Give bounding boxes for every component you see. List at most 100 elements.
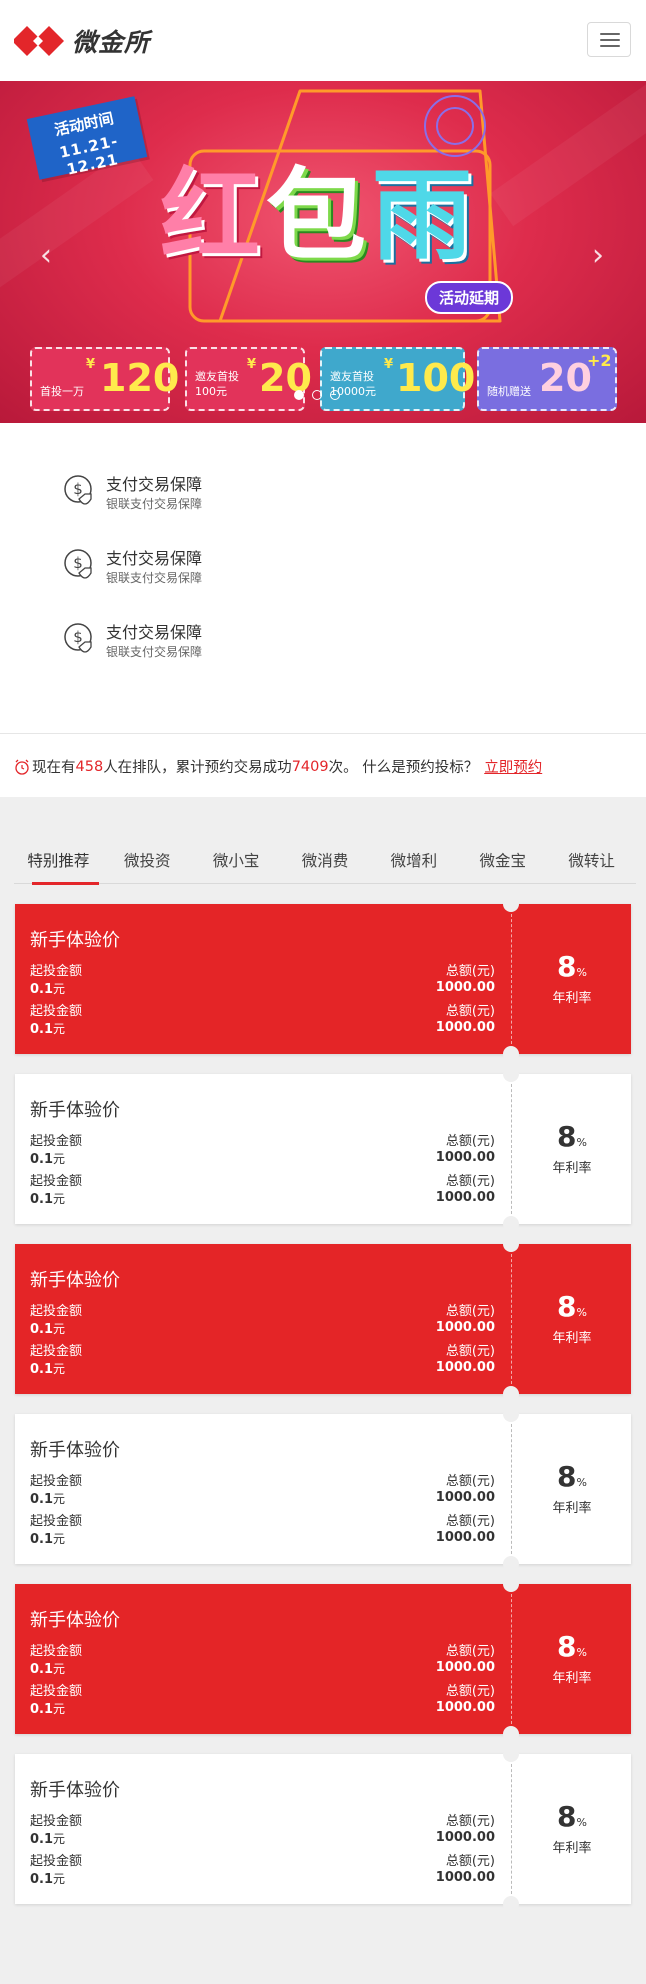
min-invest-amount: 0.1	[30, 1492, 54, 1507]
total-value: 1000.00	[435, 1320, 495, 1335]
total-value: 1000.00	[435, 1360, 495, 1375]
logo-text: 微金所	[72, 28, 151, 57]
guarantee-title: 支付交易保障	[106, 623, 203, 642]
coupon-ticket: 邀友首投 100元 ¥ 20	[185, 347, 312, 411]
rate-label: 年利率	[552, 1501, 592, 1516]
annual-rate: 8% 年利率	[513, 1460, 631, 1516]
annual-rate: 8% 年利率	[513, 1120, 631, 1176]
min-invest-value: 0.1元	[30, 980, 65, 997]
hamburger-line	[600, 45, 620, 47]
secure-payment-icon: $	[64, 475, 92, 505]
annual-rate: 8% 年利率	[513, 1630, 631, 1686]
carousel-dot[interactable]	[330, 390, 340, 400]
product-card[interactable]: 新手体验价 起投金额 0.1元 起投金额 0.1元 总额(元) 1000.00 …	[15, 896, 631, 1062]
rate-number: 8%	[513, 1120, 631, 1153]
min-invest-value: 0.1元	[30, 1490, 65, 1507]
ticket-currency: ¥	[86, 357, 96, 372]
rate-number: 8%	[513, 1800, 631, 1833]
reserve-now-link[interactable]: 立即预约	[484, 756, 542, 777]
rate-number: 8%	[513, 1630, 631, 1663]
min-invest-unit: 元	[53, 1532, 66, 1546]
product-card[interactable]: 新手体验价 起投金额 0.1元 起投金额 0.1元 总额(元) 1000.00 …	[15, 1406, 631, 1572]
rate-number: 8%	[513, 1290, 631, 1323]
total-value: 1000.00	[435, 1020, 495, 1035]
rate-label: 年利率	[552, 1671, 592, 1686]
secure-payment-icon: $	[64, 549, 92, 579]
card-notch	[503, 1066, 519, 1082]
rate-value: 8	[557, 950, 577, 983]
min-invest-amount: 0.1	[30, 1832, 54, 1847]
guarantee-subtitle: 银联支付交易保障	[106, 645, 203, 659]
logo[interactable]: 微金所	[14, 22, 174, 60]
promo-banner[interactable]: 活动时间 11.21-12.21 红 包 雨 活动延期 首投一万 ¥ 120 邀…	[0, 81, 646, 423]
total-label: 总额(元)	[445, 1304, 495, 1319]
card-divider	[511, 1254, 512, 1384]
next-slide-arrow-icon[interactable]: ›	[588, 241, 608, 271]
total-label: 总额(元)	[445, 1174, 495, 1189]
product-card[interactable]: 新手体验价 起投金额 0.1元 起投金额 0.1元 总额(元) 1000.00 …	[15, 1066, 631, 1232]
alarm-clock-icon	[15, 759, 29, 775]
product-title: 新手体验价	[30, 1270, 120, 1291]
min-invest-label: 起投金额	[30, 1644, 83, 1659]
carousel-dot[interactable]	[294, 390, 304, 400]
hamburger-menu-icon	[600, 33, 620, 35]
tab-micro-jinbao[interactable]: 微金宝	[458, 837, 547, 883]
card-notch	[503, 1236, 519, 1252]
min-invest-amount: 0.1	[30, 1322, 54, 1337]
total-value: 1000.00	[435, 1530, 495, 1545]
min-invest-amount: 0.1	[30, 1532, 54, 1547]
guarantee-subtitle: 银联支付交易保障	[106, 571, 203, 585]
rate-label: 年利率	[552, 991, 592, 1006]
min-invest-amount: 0.1	[30, 1192, 54, 1207]
tab-micro-xiaobao[interactable]: 微小宝	[192, 837, 281, 883]
notice-text: 现在有 458 人在排队，累计预约交易成功 7409 次。 什么是预约投标？ 立…	[14, 756, 542, 777]
product-card[interactable]: 新手体验价 起投金额 0.1元 起投金额 0.1元 总额(元) 1000.00 …	[15, 1576, 631, 1742]
min-invest-unit: 元	[53, 1022, 66, 1036]
total-label: 总额(元)	[445, 1644, 495, 1659]
product-card[interactable]: 新手体验价 起投金额 0.1元 起投金额 0.1元 总额(元) 1000.00 …	[15, 1236, 631, 1402]
svg-text:$: $	[73, 480, 83, 498]
total-value: 1000.00	[435, 1830, 495, 1845]
min-invest-unit: 元	[53, 1702, 66, 1716]
headline-char: 包	[266, 157, 366, 274]
min-invest-value: 0.1元	[30, 1150, 65, 1167]
total-label: 总额(元)	[445, 1854, 495, 1869]
product-card[interactable]: 新手体验价 起投金额 0.1元 起投金额 0.1元 总额(元) 1000.00 …	[15, 1746, 631, 1912]
total-value: 1000.00	[435, 1660, 495, 1675]
svg-text:$: $	[73, 554, 83, 572]
rate-number: 8%	[513, 1460, 631, 1493]
prev-slide-arrow-icon[interactable]: ‹	[36, 241, 56, 271]
rate-unit: %	[576, 966, 587, 979]
tab-featured[interactable]: 特别推荐	[14, 837, 103, 885]
ticket-amount: 120	[100, 356, 180, 400]
carousel-dot[interactable]	[312, 390, 322, 400]
headline-char: 雨	[372, 157, 472, 274]
min-invest-value: 0.1元	[30, 1660, 65, 1677]
guarantee-section: $ 支付交易保障 银联支付交易保障 $ 支付交易保障 银联支付交易保障 $ 支付…	[0, 423, 646, 733]
min-invest-amount: 0.1	[30, 1152, 54, 1167]
guarantee-title: 支付交易保障	[106, 475, 203, 494]
tab-micro-profit[interactable]: 微增利	[369, 837, 458, 883]
header: 微金所	[0, 0, 646, 81]
ticket-amount: 100	[396, 356, 476, 400]
rate-value: 8	[557, 1120, 577, 1153]
card-notch	[503, 1576, 519, 1592]
tab-micro-transfer[interactable]: 微转让	[547, 837, 636, 883]
total-value: 1000.00	[435, 980, 495, 995]
min-invest-unit: 元	[53, 1832, 66, 1846]
tab-micro-consume[interactable]: 微消费	[281, 837, 370, 883]
min-invest-value: 0.1元	[30, 1870, 65, 1887]
notice-text-1: 现在有	[32, 760, 76, 776]
min-invest-amount: 0.1	[30, 1662, 54, 1677]
min-invest-unit: 元	[53, 1362, 66, 1376]
total-label: 总额(元)	[445, 1134, 495, 1149]
tab-micro-invest[interactable]: 微投资	[103, 837, 192, 883]
total-label: 总额(元)	[445, 1004, 495, 1019]
menu-button[interactable]	[587, 22, 631, 57]
card-divider	[511, 1764, 512, 1894]
ticket-bonus: +2	[587, 351, 612, 370]
total-label: 总额(元)	[445, 1474, 495, 1489]
total-value: 1000.00	[435, 1700, 495, 1715]
min-invest-value: 0.1元	[30, 1190, 65, 1207]
card-notch	[503, 1046, 519, 1062]
